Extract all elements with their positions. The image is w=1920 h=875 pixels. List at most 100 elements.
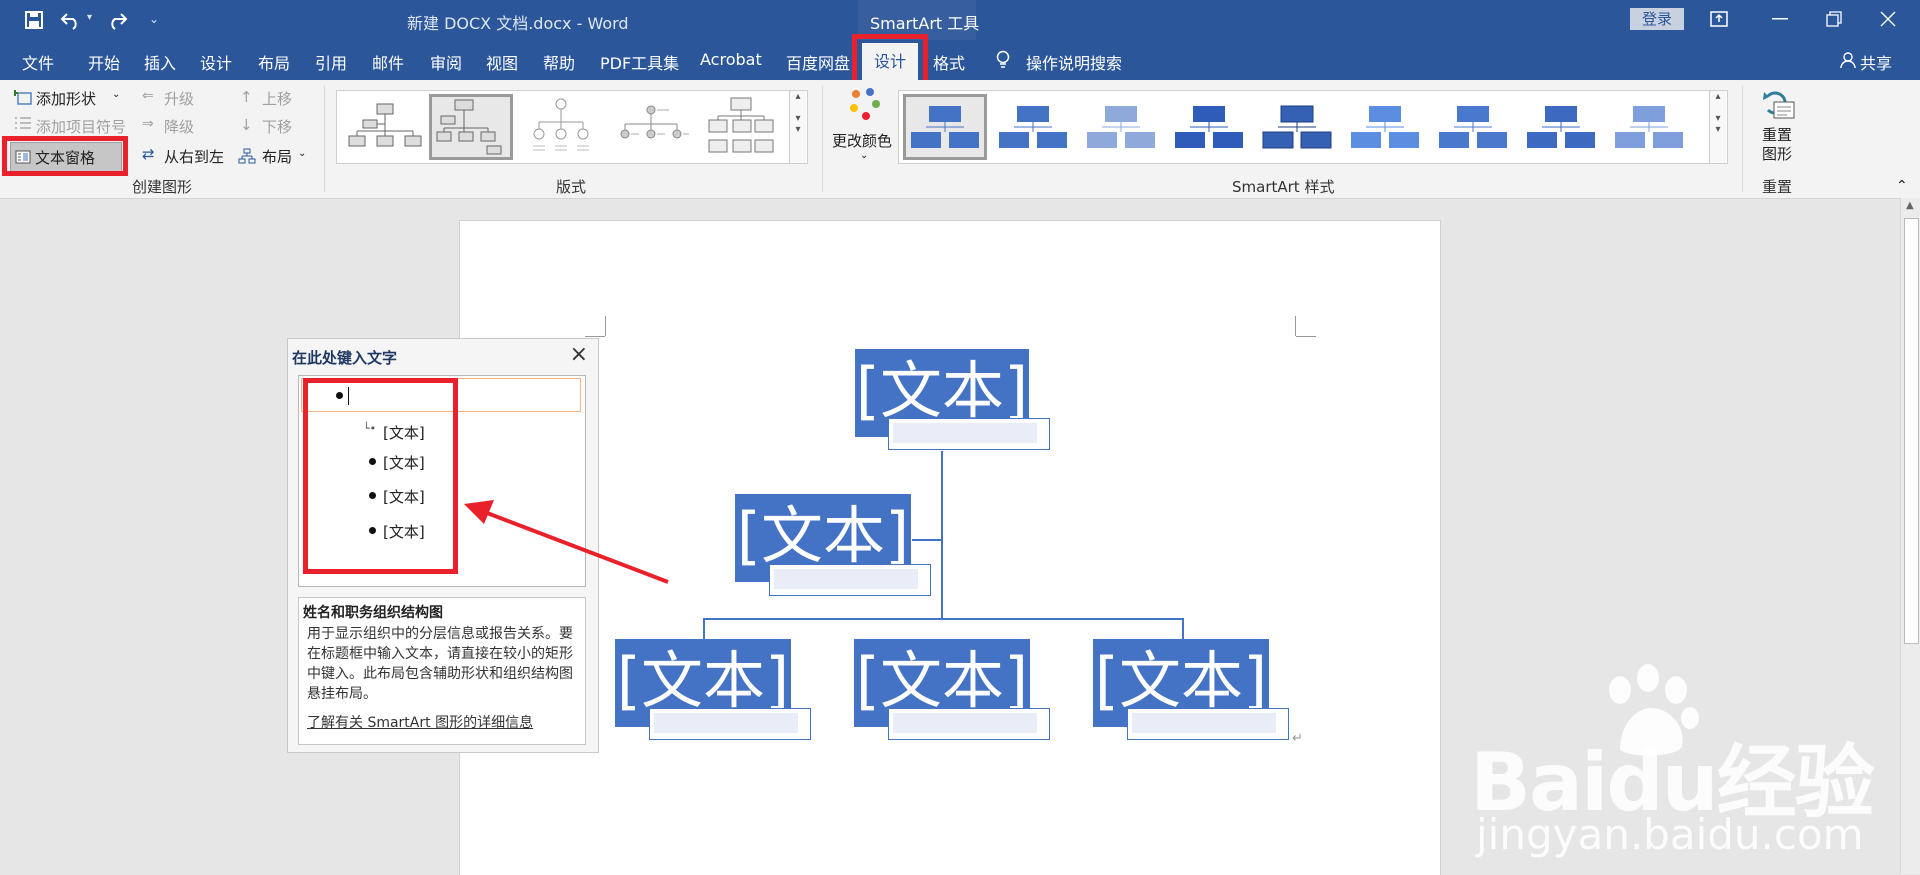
tab-home[interactable]: 开始 <box>88 50 120 74</box>
tab-insert[interactable]: 插入 <box>144 50 176 74</box>
restore-icon[interactable] <box>1826 11 1842 27</box>
add-bullet-icon <box>15 117 31 129</box>
org-node-assistant-title-box[interactable] <box>769 564 931 596</box>
tab-layout[interactable]: 布局 <box>258 50 290 74</box>
demote-button[interactable]: 降级 <box>164 116 194 137</box>
watermark-url: jingyan.baidu.com <box>1476 810 1864 859</box>
margin-mark <box>1295 316 1296 336</box>
tab-file[interactable]: 文件 <box>22 50 54 74</box>
add-bullet-button[interactable]: 添加项目符号 <box>36 116 126 137</box>
tab-pdf-tools[interactable]: PDF工具集 <box>600 50 679 74</box>
styles-gallery-scroll[interactable]: ▴ ▾ ▾ <box>1709 91 1726 163</box>
smartart-styles-gallery[interactable]: ▴ ▾ ▾ <box>898 90 1728 164</box>
style-thumb-7[interactable] <box>1431 94 1515 160</box>
move-up-icon: ↑ <box>240 88 253 106</box>
customize-qat-icon[interactable]: ⌄ <box>149 12 159 26</box>
move-up-button[interactable]: 上移 <box>262 88 292 109</box>
share-person-icon[interactable] <box>1840 52 1856 68</box>
group-label-reset: 重置 <box>1762 178 1793 196</box>
layout-org-icon <box>238 148 256 164</box>
share-button[interactable]: 共享 <box>1860 50 1892 74</box>
undo-dropdown-icon[interactable]: ▾ <box>87 12 92 23</box>
add-shape-icon <box>14 90 32 105</box>
separator <box>1742 86 1743 192</box>
style-thumb-8[interactable] <box>1519 94 1603 160</box>
add-shape-button[interactable]: 添加形状 <box>36 88 96 109</box>
style-thumb-5[interactable] <box>1255 94 1339 160</box>
change-colors-icon[interactable] <box>846 86 882 122</box>
tell-me-search[interactable]: 操作说明搜索 <box>1026 50 1122 74</box>
tab-mailings[interactable]: 邮件 <box>372 50 404 74</box>
right-to-left-button[interactable]: 从右到左 <box>164 146 224 167</box>
text-pane-title: 在此处键入文字 <box>292 349 398 367</box>
layout-description: 姓名和职务组织结构图 用于显示组织中的分层信息或报告关系。要在标题框中输入文本，… <box>298 597 586 745</box>
tab-acrobat[interactable]: Acrobat <box>700 50 762 69</box>
connector-line <box>703 618 1183 620</box>
baidu-watermark: Baidu经验 jingyan.baidu.com <box>1470 660 1910 870</box>
layout-button[interactable]: 布局 <box>262 146 292 167</box>
tab-help[interactable]: 帮助 <box>543 50 575 74</box>
layout-thumb-1[interactable] <box>343 94 427 160</box>
layout-description-title: 姓名和职务组织结构图 <box>303 605 443 621</box>
ribbon-display-icon[interactable] <box>1710 11 1728 27</box>
org-node-top-title-box[interactable] <box>888 418 1050 450</box>
group-label-smartart-styles: SmartArt 样式 <box>1232 178 1335 196</box>
org-node-child-1-title-box[interactable] <box>649 708 811 740</box>
title-bar: ▾ ⌄ 新建 DOCX 文档.docx - Word SmartArt 工具 登… <box>0 0 1920 80</box>
tab-format[interactable]: 格式 <box>933 50 965 74</box>
group-label-create-graphic: 创建图形 <box>132 178 193 196</box>
move-down-icon: ↓ <box>240 116 253 134</box>
smartart-tools-label: SmartArt 工具 <box>870 14 980 33</box>
demote-arrow-icon: ⇒ <box>142 116 154 132</box>
style-thumb-9[interactable] <box>1607 94 1691 160</box>
change-colors-button[interactable]: 更改颜色 <box>832 130 892 151</box>
redo-icon[interactable] <box>106 10 128 30</box>
collapse-ribbon-icon[interactable]: ⌃ <box>1896 178 1908 194</box>
tab-baidu-netdisk[interactable]: 百度网盘 <box>786 50 850 74</box>
login-button[interactable]: 登录 <box>1630 8 1684 30</box>
highlight-text-list <box>303 378 458 574</box>
layout-thumb-5[interactable] <box>699 94 783 160</box>
tab-view[interactable]: 视图 <box>486 50 518 74</box>
paragraph-mark-icon: ↵ <box>1292 731 1303 746</box>
annotation-arrow <box>464 500 669 584</box>
undo-icon[interactable] <box>60 10 82 30</box>
add-shape-dropdown-icon[interactable]: ⌄ <box>112 89 120 100</box>
connector-line <box>1182 618 1184 640</box>
layout-thumb-2-selected[interactable] <box>429 94 513 160</box>
promote-button[interactable]: 升级 <box>164 88 194 109</box>
style-thumb-1-selected[interactable] <box>903 94 987 160</box>
ribbon: 添加形状 ⌄ 添加项目符号 文本窗格 ⇐ 升级 ⇒ 降级 ⇄ 从右到左 ↑ 上移… <box>0 80 1920 199</box>
minimize-icon[interactable] <box>1772 18 1788 22</box>
separator <box>324 86 325 192</box>
close-icon[interactable]: × <box>570 342 588 367</box>
style-thumb-3[interactable] <box>1079 94 1163 160</box>
right-to-left-icon: ⇄ <box>142 145 155 163</box>
scroll-up-icon[interactable]: ▲ <box>1906 200 1914 211</box>
promote-arrow-icon: ⇐ <box>142 88 154 104</box>
layout-thumb-3[interactable] <box>519 94 603 160</box>
tab-design[interactable]: 设计 <box>200 50 232 74</box>
org-node-child-2-title-box[interactable] <box>888 708 1050 740</box>
layout-dropdown-icon[interactable]: ⌄ <box>298 148 306 159</box>
save-icon[interactable] <box>25 11 43 29</box>
learn-more-link[interactable]: 了解有关 SmartArt 图形的详细信息 <box>307 712 533 732</box>
layouts-gallery-scroll[interactable]: ▴ ▾ ▾ <box>789 91 806 163</box>
org-node-child-3-title-box[interactable] <box>1127 708 1289 740</box>
change-colors-dropdown-icon[interactable]: ⌄ <box>860 150 868 161</box>
connector-line <box>941 451 943 619</box>
reset-graphic-icon[interactable] <box>1760 86 1798 122</box>
move-down-button[interactable]: 下移 <box>262 116 292 137</box>
tab-review[interactable]: 审阅 <box>430 50 462 74</box>
margin-mark <box>605 316 606 336</box>
style-thumb-2[interactable] <box>991 94 1075 160</box>
close-window-icon[interactable] <box>1880 11 1896 27</box>
tab-references[interactable]: 引用 <box>315 50 347 74</box>
reset-graphic-button[interactable]: 重置 图形 <box>1762 126 1792 164</box>
style-thumb-6[interactable] <box>1343 94 1427 160</box>
layouts-gallery[interactable]: ▴ ▾ ▾ <box>336 90 808 164</box>
scrollbar-thumb[interactable] <box>1904 218 1919 644</box>
margin-mark <box>585 336 605 337</box>
layout-thumb-4[interactable] <box>609 94 693 160</box>
style-thumb-4[interactable] <box>1167 94 1251 160</box>
